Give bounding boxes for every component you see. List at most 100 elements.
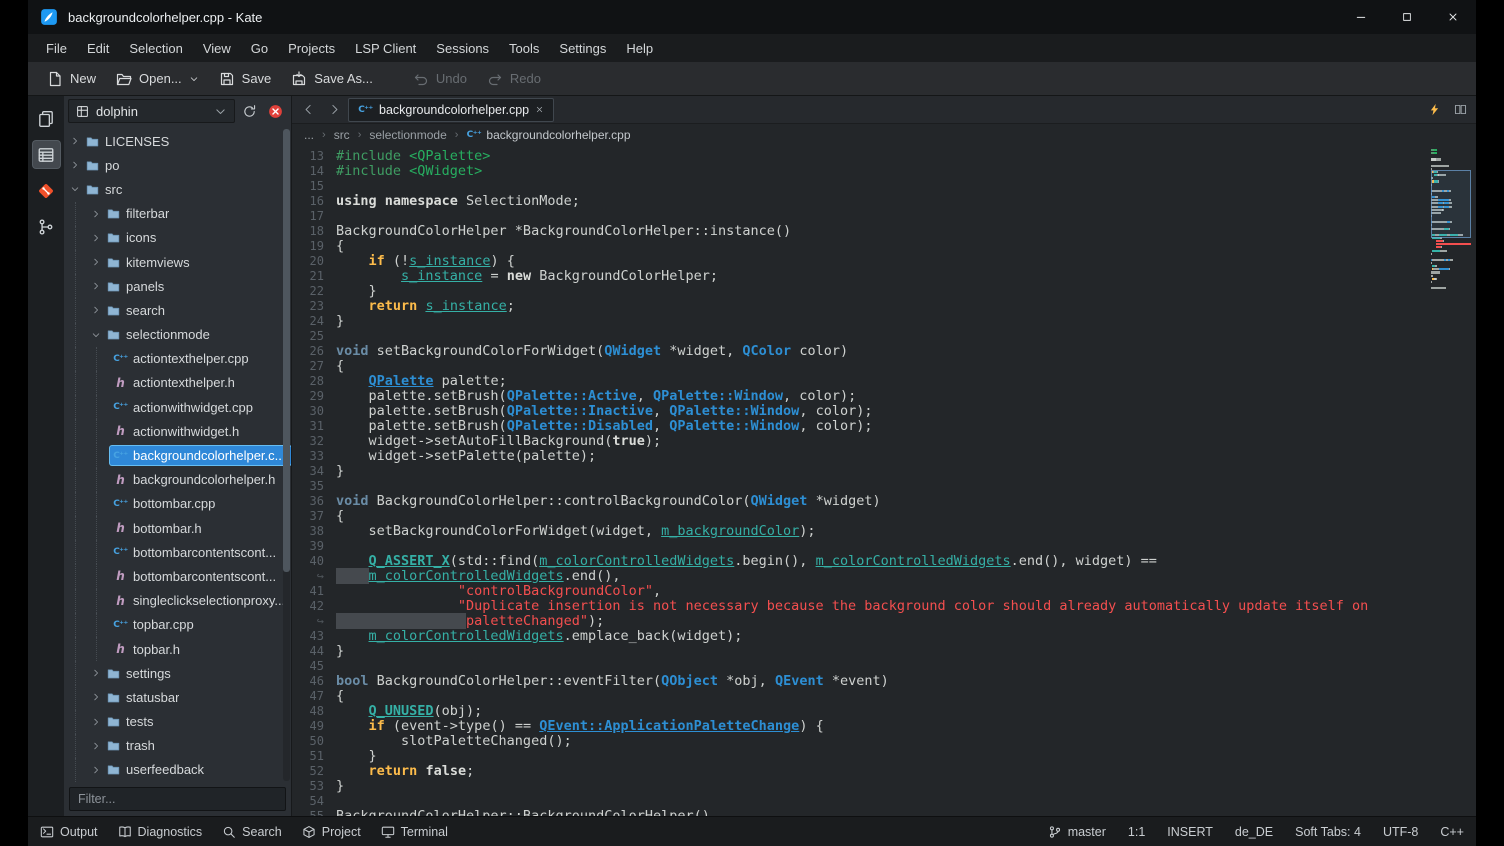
tree-item-panels[interactable]: panels	[68, 274, 291, 298]
menu-settings[interactable]: Settings	[549, 37, 616, 60]
quick-actions-bolt-icon[interactable]	[1422, 98, 1446, 122]
tree-item-tests[interactable]: tests	[68, 710, 291, 734]
filter-input[interactable]	[69, 787, 286, 811]
new-button[interactable]: New	[38, 66, 105, 92]
breadcrumb-item[interactable]: C⁺⁺backgroundcolorhelper.cpp	[466, 128, 630, 142]
chevron-right-icon[interactable]	[68, 136, 82, 146]
code-line: 41 "controlBackgroundColor",	[292, 584, 1476, 599]
minimize-button[interactable]	[1338, 0, 1384, 34]
scrollbar-thumb[interactable]	[283, 129, 290, 572]
tree-item-label: kitemviews	[126, 255, 190, 270]
tree-item-po[interactable]: po	[68, 153, 291, 177]
statusbar-search[interactable]: Search	[222, 825, 282, 839]
split-view-button[interactable]	[1448, 98, 1472, 122]
chevron-right-icon[interactable]	[68, 160, 82, 170]
folder-icon	[106, 715, 121, 728]
menu-tools[interactable]: Tools	[499, 37, 549, 60]
statusbar-tab-settings[interactable]: Soft Tabs: 4	[1295, 825, 1361, 839]
statusbar-dictionary[interactable]: de_DE	[1235, 825, 1273, 839]
breadcrumb-item[interactable]: ...	[304, 128, 314, 142]
tree-item-bottombar-cpp[interactable]: C⁺⁺bottombar.cpp	[68, 492, 291, 516]
tree-item-actiontexthelper-cpp[interactable]: C⁺⁺actiontexthelper.cpp	[68, 347, 291, 371]
chevron-down-icon[interactable]	[89, 330, 103, 340]
menu-help[interactable]: Help	[616, 37, 663, 60]
tree-item-statusbar[interactable]: statusbar	[68, 685, 291, 709]
tree-scrollbar[interactable]	[283, 129, 290, 781]
tree-item-bottombarcontentscont[interactable]: hbottombarcontentscont...	[68, 564, 291, 588]
activity-project-view-button[interactable]	[33, 141, 60, 168]
menu-lsp-client[interactable]: LSP Client	[345, 37, 426, 60]
chevron-right-icon[interactable]	[89, 741, 103, 751]
tree-item-selectionmode[interactable]: selectionmode	[68, 323, 291, 347]
tree-item-trash[interactable]: trash	[68, 734, 291, 758]
tree-item-topbar-h[interactable]: htopbar.h	[68, 637, 291, 661]
code-area[interactable]: 13#include <QPalette>14#include <QWidget…	[292, 146, 1476, 816]
activity-git-button[interactable]	[33, 177, 60, 204]
chevron-right-icon[interactable]	[89, 692, 103, 702]
save-as-button[interactable]: Save As...	[282, 66, 382, 92]
statusbar-git-branch[interactable]: master	[1048, 825, 1106, 839]
menu-sessions[interactable]: Sessions	[426, 37, 499, 60]
menu-go[interactable]: Go	[241, 37, 278, 60]
statusbar-input-mode[interactable]: INSERT	[1167, 825, 1213, 839]
chevron-right-icon[interactable]	[89, 281, 103, 291]
tree-item-topbar-cpp[interactable]: C⁺⁺topbar.cpp	[68, 613, 291, 637]
breadcrumb-item[interactable]: src	[334, 128, 350, 142]
tree-item-icons[interactable]: icons	[68, 226, 291, 250]
tab-backgroundcolorhelper[interactable]: C⁺⁺ backgroundcolorhelper.cpp	[348, 98, 554, 122]
tree-item-backgroundcolorhelper-c[interactable]: C⁺⁺backgroundcolorhelper.c...	[68, 443, 291, 467]
redo-button[interactable]: Redo	[478, 66, 550, 92]
statusbar-highlighting-mode[interactable]: C++	[1440, 825, 1464, 839]
statusbar-output[interactable]: Output	[40, 825, 98, 839]
chevron-right-icon[interactable]	[89, 305, 103, 315]
save-button[interactable]: Save	[210, 66, 281, 92]
minimap-viewport[interactable]	[1431, 170, 1471, 238]
back-button[interactable]	[296, 98, 320, 122]
tree-item-bottombarcontentscont[interactable]: C⁺⁺bottombarcontentscont...	[68, 540, 291, 564]
tree-item-settings[interactable]: settings	[68, 661, 291, 685]
code-line: 21 s_instance = new BackgroundColorHelpe…	[292, 269, 1476, 284]
close-tab-icon[interactable]	[535, 105, 544, 114]
tree-item-actionwithwidget-h[interactable]: hactionwithwidget.h	[68, 419, 291, 443]
menu-view[interactable]: View	[193, 37, 241, 60]
tree-item-kitemviews[interactable]: kitemviews	[68, 250, 291, 274]
chevron-right-icon[interactable]	[89, 765, 103, 775]
statusbar-cursor-position[interactable]: 1:1	[1128, 825, 1145, 839]
tree-item-actionwithwidget-cpp[interactable]: C⁺⁺actionwithwidget.cpp	[68, 395, 291, 419]
tree-item-backgroundcolorhelper-h[interactable]: hbackgroundcolorhelper.h	[68, 468, 291, 492]
menu-edit[interactable]: Edit	[77, 37, 119, 60]
tree-item-userfeedback[interactable]: userfeedback	[68, 758, 291, 782]
reload-project-button[interactable]	[237, 99, 261, 123]
chevron-right-icon[interactable]	[89, 717, 103, 727]
statusbar-diagnostics[interactable]: Diagnostics	[118, 825, 203, 839]
minimap[interactable]	[1431, 149, 1471, 813]
statusbar-project[interactable]: Project	[302, 825, 361, 839]
maximize-button[interactable]	[1384, 0, 1430, 34]
forward-button[interactable]	[322, 98, 346, 122]
tree-item-search[interactable]: search	[68, 298, 291, 322]
tree-item-filterbar[interactable]: filterbar	[68, 202, 291, 226]
chevron-right-icon[interactable]	[89, 209, 103, 219]
breadcrumb-item[interactable]: selectionmode	[369, 128, 446, 142]
close-button[interactable]	[1430, 0, 1476, 34]
tree-item-singleclickselectionproxy[interactable]: hsingleclickselectionproxy...	[68, 589, 291, 613]
chevron-right-icon[interactable]	[89, 668, 103, 678]
close-project-button[interactable]	[263, 99, 287, 123]
tree-item-licenses[interactable]: LICENSES	[68, 129, 291, 153]
menu-projects[interactable]: Projects	[278, 37, 345, 60]
chevron-down-icon[interactable]	[68, 184, 82, 194]
chevron-right-icon[interactable]	[89, 233, 103, 243]
undo-button[interactable]: Undo	[404, 66, 476, 92]
chevron-right-icon[interactable]	[89, 257, 103, 267]
activity-symbol-outline-button[interactable]	[33, 213, 60, 240]
menu-file[interactable]: File	[36, 37, 77, 60]
tree-item-src[interactable]: src	[68, 177, 291, 201]
tree-item-bottombar-h[interactable]: hbottombar.h	[68, 516, 291, 540]
open-button[interactable]: Open...	[107, 66, 208, 92]
activity-documents-button[interactable]	[33, 105, 60, 132]
menu-selection[interactable]: Selection	[119, 37, 192, 60]
statusbar-terminal[interactable]: Terminal	[381, 825, 448, 839]
statusbar-encoding[interactable]: UTF-8	[1383, 825, 1418, 839]
project-selector[interactable]: dolphin	[68, 99, 235, 123]
tree-item-actiontexthelper-h[interactable]: hactiontexthelper.h	[68, 371, 291, 395]
